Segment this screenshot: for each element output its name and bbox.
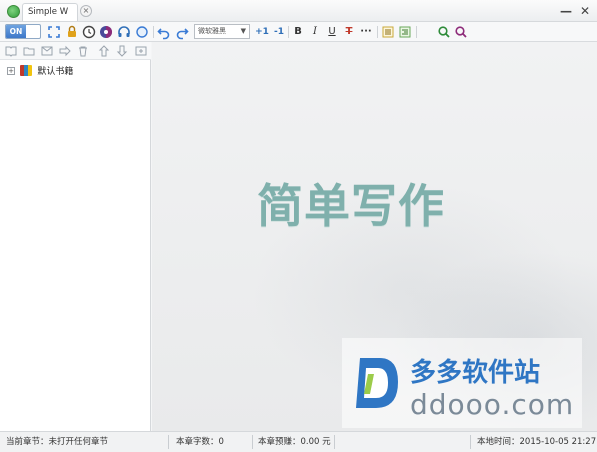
theme-icon [100, 26, 112, 38]
fullscreen-button[interactable] [46, 24, 62, 40]
sound-button[interactable] [116, 24, 132, 40]
site-name-cn: 多多软件站 [410, 358, 541, 388]
export-icon [135, 46, 147, 56]
tree-item-default-book[interactable]: + 默认书籍 [7, 64, 73, 78]
indent-left-icon [382, 26, 394, 38]
strikethrough-button[interactable]: T [341, 24, 357, 40]
on-off-toggle[interactable]: ON [5, 24, 41, 39]
main-toolbar: ON 微软雅黑 ▼ +1 -1 B I U T ··· [0, 22, 597, 42]
site-name-en: ddooo.com [410, 388, 575, 421]
underline-button[interactable]: U [324, 24, 340, 40]
chevron-down-icon: ▼ [240, 27, 246, 35]
move-button[interactable] [58, 44, 72, 58]
new-book-button[interactable] [4, 44, 18, 58]
folder-icon [23, 47, 35, 56]
local-time-status: 本地时间：2015-10-05 21:27:44 [477, 437, 597, 447]
chapter-tree-panel: + 默认书籍 [0, 42, 151, 431]
current-chapter-status: 当前章节：未打开任何章节 [6, 437, 109, 447]
theme-button[interactable] [98, 24, 114, 40]
toolbar-divider [288, 26, 289, 38]
trash-icon [79, 46, 87, 57]
search-icon [438, 26, 450, 38]
lock-icon [68, 25, 76, 37]
toolbar-divider [416, 26, 417, 38]
redo-button[interactable] [174, 24, 190, 40]
status-divider [334, 435, 335, 449]
site-watermark: 多多软件站 ddooo.com [342, 338, 582, 428]
clock-icon [82, 25, 96, 39]
new-chapter-button[interactable] [40, 44, 54, 58]
status-divider [470, 435, 471, 449]
title-bar: Simple W × — ✕ [0, 0, 597, 22]
more-format-button[interactable]: ··· [358, 24, 374, 40]
status-bar: 当前章节：未打开任何章节 本章字数：0 本章预赚：0.00 元 本地时间：201… [0, 431, 597, 452]
toolbar-divider [377, 26, 378, 38]
earnings-status: 本章预赚：0.00 元 [258, 437, 331, 447]
ddooo-logo-icon [356, 358, 398, 408]
arrow-down-icon [116, 45, 128, 57]
indent-left-button[interactable] [380, 24, 396, 40]
fullscreen-icon [48, 26, 60, 38]
font-family-select[interactable]: 微软雅黑 ▼ [194, 24, 250, 39]
minimize-button[interactable]: — [559, 4, 573, 18]
chapter-icon [41, 46, 53, 56]
editor-area[interactable]: 简单写作 多多软件站 ddooo.com [152, 42, 597, 431]
delete-button[interactable] [76, 44, 90, 58]
document-tab[interactable]: Simple W [22, 3, 78, 21]
books-icon [20, 65, 33, 76]
font-family-value: 微软雅黑 [198, 27, 226, 35]
new-folder-button[interactable] [22, 44, 36, 58]
lock-button[interactable] [64, 24, 80, 40]
bold-button[interactable]: B [290, 24, 306, 40]
close-window-button[interactable]: ✕ [578, 4, 592, 18]
tab-close-icon[interactable]: × [80, 5, 92, 17]
move-down-button[interactable] [115, 44, 129, 58]
undo-icon [157, 28, 170, 40]
tree-toolbar [0, 42, 151, 60]
redo-icon [176, 28, 189, 40]
indent-right-button[interactable] [397, 24, 413, 40]
status-divider [168, 435, 169, 449]
arrow-up-icon [98, 45, 110, 57]
toolbar-divider [153, 26, 154, 38]
expand-icon[interactable]: + [7, 66, 15, 75]
circle-icon [136, 26, 148, 38]
replace-button[interactable] [453, 24, 469, 40]
move-up-button[interactable] [97, 44, 111, 58]
search-button[interactable] [436, 24, 452, 40]
status-divider [252, 435, 253, 449]
export-button[interactable] [134, 44, 148, 58]
arrow-right-icon [59, 45, 71, 57]
headphones-icon [118, 26, 130, 37]
indent-right-icon [399, 26, 411, 38]
word-count-status: 本章字数：0 [176, 437, 224, 447]
book-outline-icon [5, 46, 17, 57]
app-watermark-title: 简单写作 [257, 179, 445, 233]
font-size-down-button[interactable]: -1 [271, 24, 287, 40]
tree-item-label: 默认书籍 [37, 67, 74, 77]
font-size-up-button[interactable]: +1 [254, 24, 270, 40]
app-logo-icon [7, 5, 20, 18]
undo-button[interactable] [156, 24, 172, 40]
background-button[interactable] [134, 24, 150, 40]
replace-icon [455, 26, 467, 38]
toggle-on-label: ON [6, 25, 26, 38]
italic-button[interactable]: I [307, 24, 323, 40]
timer-button[interactable] [81, 24, 97, 40]
